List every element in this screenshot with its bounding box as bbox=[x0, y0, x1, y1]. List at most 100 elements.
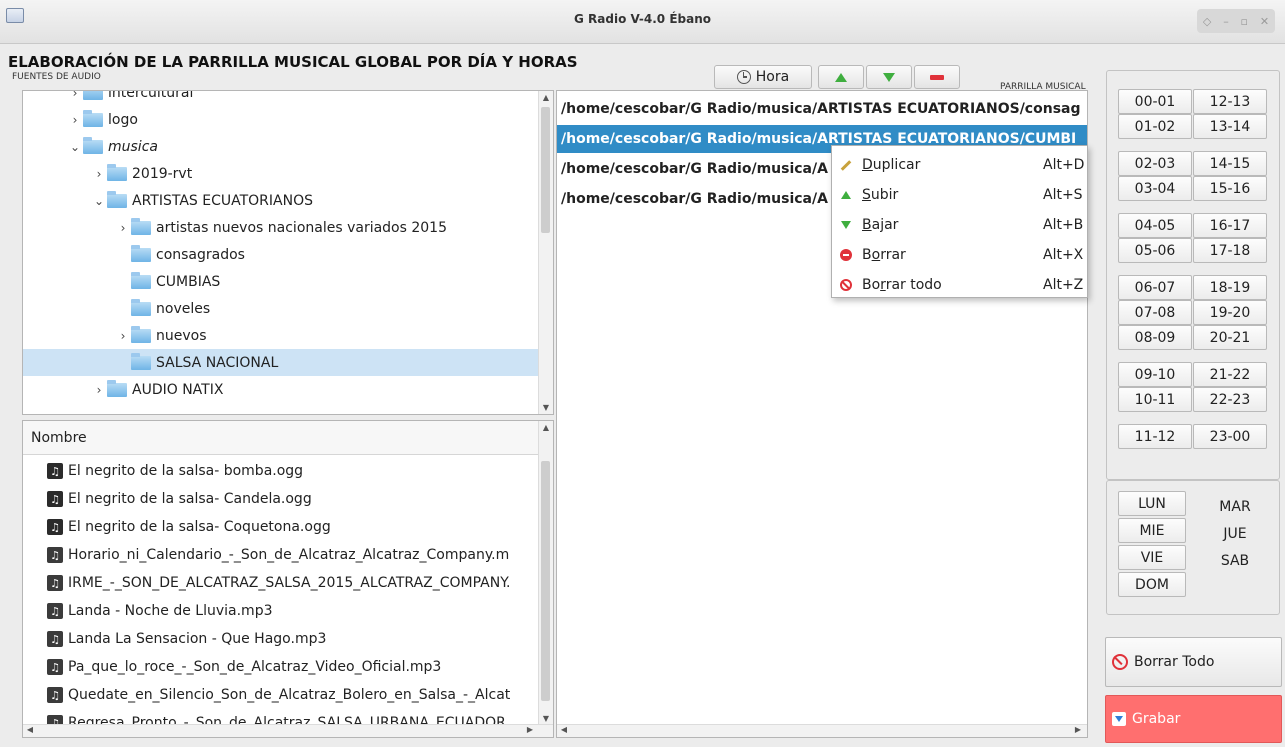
chevron-right-icon[interactable]: › bbox=[67, 113, 83, 127]
tree-item[interactable]: consagrados bbox=[23, 241, 539, 268]
folder-icon bbox=[131, 271, 151, 289]
files-scrollbar[interactable]: ▲ ▼ bbox=[538, 421, 553, 725]
file-list[interactable]: Nombre ♫ El negrito de la salsa- bomba.og… bbox=[22, 420, 554, 738]
scroll-right-icon[interactable]: ▶ bbox=[1073, 725, 1083, 734]
files-hscrollbar[interactable]: ◀ ▶ bbox=[23, 724, 553, 737]
tree-item[interactable]: › AUDIO NATIX bbox=[23, 376, 539, 403]
hour-button-09-10[interactable]: 09-10 bbox=[1118, 362, 1192, 387]
chevron-right-icon[interactable]: › bbox=[91, 383, 107, 397]
hora-button[interactable]: Hora bbox=[714, 65, 812, 89]
hour-button-18-19[interactable]: 18-19 bbox=[1193, 275, 1267, 300]
hour-button-06-07[interactable]: 06-07 bbox=[1118, 275, 1192, 300]
tree-scrollbar[interactable]: ▲ ▼ bbox=[538, 91, 553, 414]
chevron-right-icon[interactable]: › bbox=[115, 329, 131, 343]
save-button[interactable]: Grabar bbox=[1105, 695, 1282, 743]
hour-button-11-12[interactable]: 11-12 bbox=[1118, 424, 1192, 449]
hour-button-16-17[interactable]: 16-17 bbox=[1193, 213, 1267, 238]
files-scroll-thumb[interactable] bbox=[541, 461, 550, 701]
tree-item[interactable]: › intercultural bbox=[23, 91, 539, 106]
file-row[interactable]: ♫ El negrito de la salsa- Coquetona.ogg bbox=[23, 513, 539, 541]
name-column-header[interactable]: Nombre bbox=[23, 421, 541, 455]
hour-button-12-13[interactable]: 12-13 bbox=[1193, 89, 1267, 114]
scroll-down-icon[interactable]: ▼ bbox=[541, 714, 551, 723]
tree-item[interactable]: › logo bbox=[23, 106, 539, 133]
menu-item[interactable]: Borrar Alt+X bbox=[832, 240, 1087, 270]
hour-button-14-15[interactable]: 14-15 bbox=[1193, 151, 1267, 176]
tree-item[interactable]: › artistas nuevos nacionales variados 201… bbox=[23, 214, 539, 241]
scroll-left-icon[interactable]: ◀ bbox=[25, 725, 35, 734]
file-row[interactable]: ♫ Horario_ni_Calendario_-_Son_de_Alcatraz… bbox=[23, 541, 539, 569]
file-row[interactable]: ♫ Landa - Noche de Lluvia.mp3 bbox=[23, 597, 539, 625]
clear-all-button[interactable]: Borrar Todo bbox=[1105, 637, 1282, 687]
minimize-icon[interactable]: – bbox=[1223, 15, 1229, 28]
tree-item[interactable]: ⌄ ARTISTAS ECUATORIANOS bbox=[23, 187, 539, 214]
folder-icon bbox=[107, 379, 127, 397]
day-button-mar[interactable]: MAR bbox=[1201, 494, 1269, 519]
tree-item[interactable]: CUMBIAS bbox=[23, 268, 539, 295]
chevron-down-icon[interactable]: ⌄ bbox=[91, 194, 107, 208]
chevron-right-icon[interactable]: › bbox=[67, 91, 83, 100]
hour-button-17-18[interactable]: 17-18 bbox=[1193, 238, 1267, 263]
scroll-up-icon[interactable]: ▲ bbox=[541, 423, 551, 432]
day-button-mie[interactable]: MIE bbox=[1118, 518, 1186, 543]
hour-button-22-23[interactable]: 22-23 bbox=[1193, 387, 1267, 412]
playlist-hscrollbar[interactable]: ◀ ▶ bbox=[557, 724, 1087, 737]
file-row[interactable]: ♫ El negrito de la salsa- bomba.ogg bbox=[23, 457, 539, 485]
playlist-row[interactable]: /home/cescobar/G Radio/musica/ARTISTAS E… bbox=[557, 95, 1087, 123]
chevron-down-icon[interactable]: ⌄ bbox=[67, 140, 83, 154]
hour-button-02-03[interactable]: 02-03 bbox=[1118, 151, 1192, 176]
hour-button-08-09[interactable]: 08-09 bbox=[1118, 325, 1192, 350]
maximize-icon[interactable]: ▫ bbox=[1241, 15, 1248, 28]
tree-item-label: logo bbox=[108, 111, 138, 128]
scroll-right-icon[interactable]: ▶ bbox=[525, 725, 535, 734]
menu-item[interactable]: Duplicar Alt+D bbox=[832, 150, 1087, 180]
file-row[interactable]: ♫ IRME_-_SON_DE_ALCATRAZ_SALSA_2015_ALCAT… bbox=[23, 569, 539, 597]
hour-button-21-22[interactable]: 21-22 bbox=[1193, 362, 1267, 387]
folder-tree[interactable]: › intercultural › logo ⌄ musica › 2019-rvt ⌄ ARTI… bbox=[22, 90, 554, 415]
menu-item[interactable]: Borrar todo Alt+Z bbox=[832, 270, 1087, 300]
tree-scroll-thumb[interactable] bbox=[541, 107, 550, 233]
remove-button[interactable] bbox=[914, 65, 960, 89]
day-button-lun[interactable]: LUN bbox=[1118, 491, 1186, 516]
hour-button-19-20[interactable]: 19-20 bbox=[1193, 300, 1267, 325]
hour-button-20-21[interactable]: 20-21 bbox=[1193, 325, 1267, 350]
hour-button-01-02[interactable]: 01-02 bbox=[1118, 114, 1192, 139]
hour-button-00-01[interactable]: 00-01 bbox=[1118, 89, 1192, 114]
hour-button-10-11[interactable]: 10-11 bbox=[1118, 387, 1192, 412]
file-row[interactable]: ♫ Landa La Sensacion - Que Hago.mp3 bbox=[23, 625, 539, 653]
scroll-up-icon[interactable]: ▲ bbox=[541, 93, 551, 102]
close-icon[interactable]: ✕ bbox=[1260, 15, 1269, 28]
scroll-left-icon[interactable]: ◀ bbox=[559, 725, 569, 734]
menu-item[interactable]: Bajar Alt+B bbox=[832, 210, 1087, 240]
title-bar[interactable]: G Radio V-4.0 Ébano ◇ – ▫ ✕ bbox=[0, 0, 1285, 44]
chevron-right-icon[interactable]: › bbox=[115, 221, 131, 235]
day-button-vie[interactable]: VIE bbox=[1118, 545, 1186, 570]
day-button-sab[interactable]: SAB bbox=[1201, 548, 1269, 573]
shade-icon[interactable]: ◇ bbox=[1203, 15, 1211, 28]
hour-button-03-04[interactable]: 03-04 bbox=[1118, 176, 1192, 201]
move-up-button[interactable] bbox=[818, 65, 864, 89]
chevron-right-icon[interactable]: › bbox=[91, 167, 107, 181]
audio-file-icon: ♫ bbox=[47, 687, 63, 703]
tree-item[interactable]: › nuevos bbox=[23, 322, 539, 349]
tree-item[interactable]: ⌄ musica bbox=[23, 133, 539, 160]
hour-button-07-08[interactable]: 07-08 bbox=[1118, 300, 1192, 325]
day-button-dom[interactable]: DOM bbox=[1118, 572, 1186, 597]
context-menu[interactable]: Duplicar Alt+D Subir Alt+S Bajar Alt+B Borrar A… bbox=[831, 145, 1088, 298]
move-down-button[interactable] bbox=[866, 65, 912, 89]
tree-item[interactable]: SALSA NACIONAL bbox=[23, 349, 539, 376]
hour-button-05-06[interactable]: 05-06 bbox=[1118, 238, 1192, 263]
tree-item[interactable]: noveles bbox=[23, 295, 539, 322]
file-row[interactable]: ♫ Pa_que_lo_roce_-_Son_de_Alcatraz_Video_… bbox=[23, 653, 539, 681]
scroll-down-icon[interactable]: ▼ bbox=[541, 403, 551, 412]
hour-button-04-05[interactable]: 04-05 bbox=[1118, 213, 1192, 238]
file-row[interactable]: ♫ Quedate_en_Silencio_Son_de_Alcatraz_Bol… bbox=[23, 681, 539, 709]
window-controls[interactable]: ◇ – ▫ ✕ bbox=[1197, 9, 1275, 33]
hour-button-15-16[interactable]: 15-16 bbox=[1193, 176, 1267, 201]
file-row[interactable]: ♫ El negrito de la salsa- Candela.ogg bbox=[23, 485, 539, 513]
tree-item[interactable]: › 2019-rvt bbox=[23, 160, 539, 187]
day-button-jue[interactable]: JUE bbox=[1201, 521, 1269, 546]
menu-item[interactable]: Subir Alt+S bbox=[832, 180, 1087, 210]
hour-button-23-00[interactable]: 23-00 bbox=[1193, 424, 1267, 449]
hour-button-13-14[interactable]: 13-14 bbox=[1193, 114, 1267, 139]
